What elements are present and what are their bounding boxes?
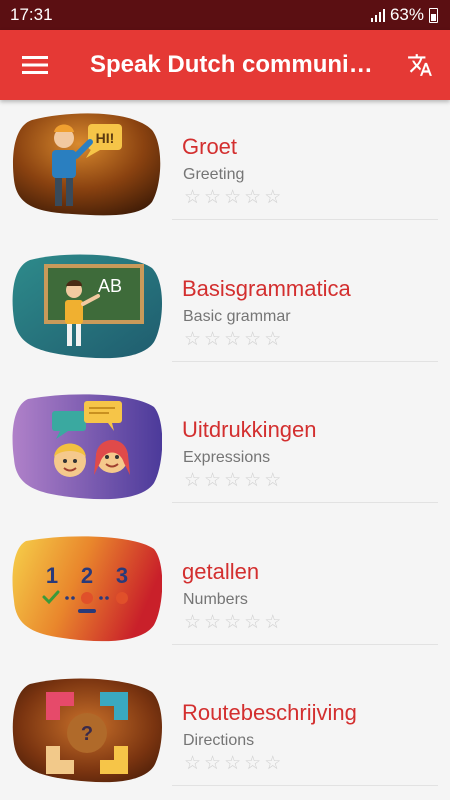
star-icon: ☆	[224, 611, 242, 633]
grammar-board-text: AB	[98, 276, 122, 296]
star-icon: ☆	[264, 328, 282, 350]
star-rating: ☆ ☆ ☆ ☆ ☆	[184, 613, 281, 632]
translate-button[interactable]	[390, 30, 450, 100]
status-time: 17:31	[10, 5, 53, 24]
number-three: 3	[116, 563, 128, 588]
menu-button[interactable]	[0, 30, 70, 100]
status-indicators: 63%	[370, 5, 438, 25]
lesson-item-numbers[interactable]: 1 2 3 getallen Numbers ☆ ☆ ☆ ☆ ☆	[0, 525, 450, 667]
star-icon: ☆	[184, 753, 202, 774]
page-title: Speak Dutch communic...	[90, 51, 383, 78]
star-icon: ☆	[244, 328, 262, 350]
lesson-title: getallen	[182, 558, 260, 584]
expressions-illustration	[12, 394, 162, 500]
lesson-title: Basisgrammatica	[182, 275, 351, 301]
star-icon: ☆	[204, 753, 222, 774]
star-icon: ☆	[204, 328, 222, 350]
star-icon: ☆	[264, 187, 282, 208]
grammar-illustration: AB	[12, 253, 162, 358]
lesson-title: Groet	[182, 134, 238, 159]
lesson-item-directions[interactable]: ? Routebeschrijving Directions ☆ ☆ ☆ ☆ ☆	[0, 666, 450, 800]
star-rating: ☆ ☆ ☆ ☆ ☆	[184, 188, 281, 207]
greeting-illustration: HI!	[12, 113, 161, 216]
star-rating: ☆ ☆ ☆ ☆ ☆	[184, 471, 281, 490]
translate-icon	[408, 54, 432, 76]
star-icon: ☆	[244, 187, 262, 208]
star-rating: ☆ ☆ ☆ ☆ ☆	[184, 330, 281, 349]
star-icon: ☆	[204, 187, 222, 208]
signal-icon	[370, 8, 385, 22]
hamburger-menu-icon	[22, 56, 48, 74]
lesson-subtitle: Numbers	[183, 590, 248, 608]
star-icon: ☆	[244, 753, 262, 774]
greeting-bubble-text: HI!	[96, 130, 115, 146]
lesson-title: Uitdrukkingen	[182, 417, 317, 442]
battery-percent: 63%	[389, 5, 424, 24]
lesson-info: Routebeschrijving Directions ☆ ☆ ☆ ☆ ☆	[172, 666, 438, 786]
app-bar: Speak Dutch communic...	[0, 30, 450, 100]
lesson-subtitle: Directions	[183, 732, 255, 749]
star-icon: ☆	[224, 187, 242, 208]
star-icon: ☆	[264, 470, 282, 491]
lesson-item-greeting[interactable]: HI! Groet Greeting ☆ ☆ ☆ ☆ ☆	[0, 100, 450, 242]
star-rating: ☆ ☆ ☆ ☆ ☆	[184, 754, 281, 773]
number-two: 2	[81, 563, 93, 588]
star-icon: ☆	[224, 753, 242, 774]
lesson-info: Groet Greeting ☆ ☆ ☆ ☆ ☆	[172, 100, 438, 220]
lesson-list: HI! Groet Greeting ☆ ☆ ☆ ☆ ☆ AB Basisgra…	[0, 100, 450, 800]
star-icon: ☆	[204, 470, 222, 491]
star-icon: ☆	[184, 328, 202, 350]
star-icon: ☆	[184, 187, 202, 208]
lesson-subtitle: Greeting	[183, 166, 245, 183]
lesson-item-expressions[interactable]: Uitdrukkingen Expressions ☆ ☆ ☆ ☆ ☆	[0, 383, 450, 525]
numbers-illustration: 1 2 3	[12, 535, 162, 641]
star-icon: ☆	[244, 611, 262, 633]
lesson-item-basic-grammar[interactable]: AB Basisgrammatica Basic grammar ☆ ☆ ☆ ☆…	[0, 242, 450, 384]
star-icon: ☆	[244, 470, 262, 491]
lesson-info: Uitdrukkingen Expressions ☆ ☆ ☆ ☆ ☆	[172, 383, 438, 503]
number-one: 1	[46, 563, 58, 588]
battery-icon	[429, 7, 438, 23]
star-icon: ☆	[184, 470, 202, 491]
lesson-info: Basisgrammatica Basic grammar ☆ ☆ ☆ ☆ ☆	[172, 242, 438, 362]
star-icon: ☆	[224, 328, 242, 350]
star-icon: ☆	[264, 753, 282, 774]
directions-illustration: ?	[12, 678, 162, 783]
lesson-subtitle: Expressions	[183, 449, 271, 466]
star-icon: ☆	[184, 611, 202, 633]
lesson-info: getallen Numbers ☆ ☆ ☆ ☆ ☆	[172, 525, 438, 645]
star-icon: ☆	[224, 470, 242, 491]
lesson-title: Routebeschrijving	[182, 700, 357, 725]
directions-question-mark: ?	[81, 723, 93, 745]
star-icon: ☆	[264, 611, 282, 633]
star-icon: ☆	[204, 611, 222, 633]
lesson-subtitle: Basic grammar	[183, 307, 291, 325]
status-bar: 17:31 63%	[0, 0, 450, 30]
